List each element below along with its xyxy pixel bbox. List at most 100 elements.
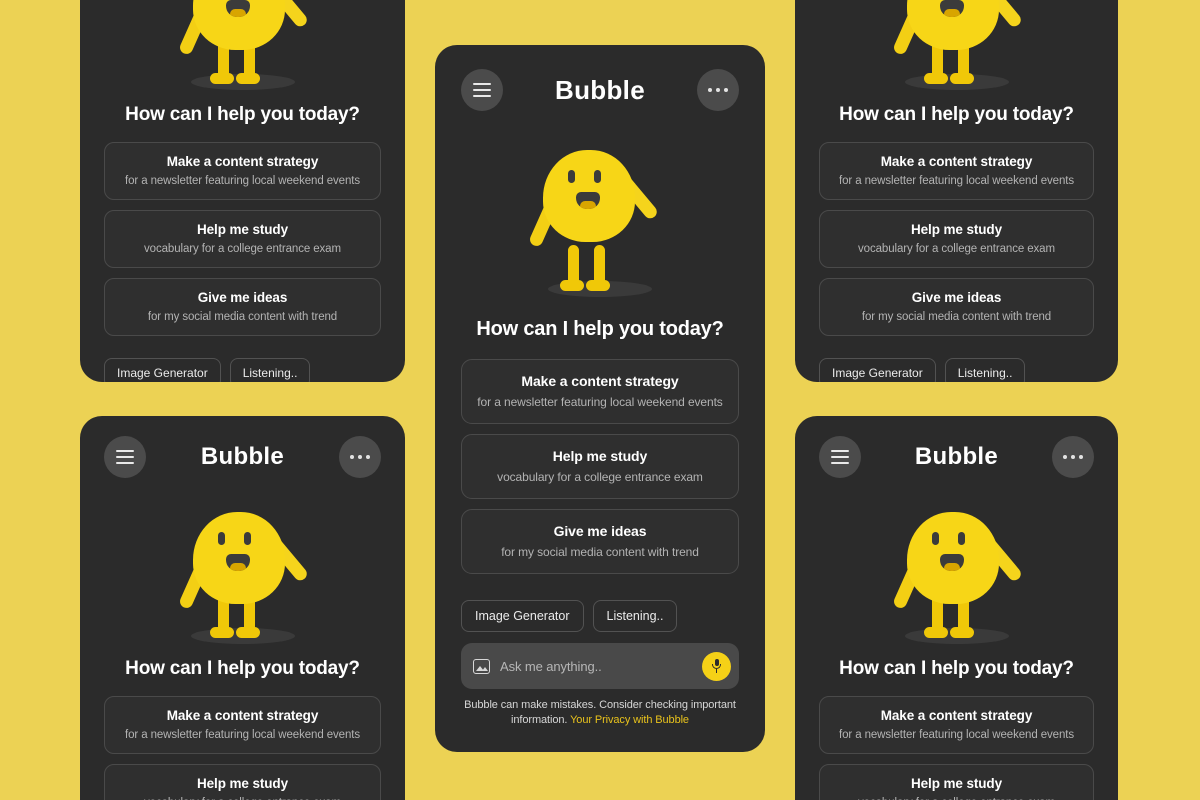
suggestion-card[interactable]: Help me study vocabulary for a college e… — [104, 210, 381, 268]
mascot-foot-right — [235, 627, 260, 638]
page-title: Bubble — [555, 74, 645, 105]
mascot-mouth — [575, 192, 600, 209]
composer-area: Image Generator Listening.. Ask me anyth… — [819, 358, 1094, 382]
mascot-tongue — [579, 201, 596, 209]
greeting-text: How can I help you today? — [125, 658, 360, 679]
suggestion-title: Help me study — [552, 448, 648, 464]
suggestion-card[interactable]: Make a content strategy for a newsletter… — [819, 696, 1094, 754]
suggestion-list: Make a content strategy for a newsletter… — [461, 359, 739, 574]
mascot-foot-right — [235, 73, 260, 84]
menu-bar — [473, 89, 491, 91]
search-input[interactable]: Ask me anything.. — [500, 659, 692, 674]
privacy-link[interactable]: Your Privacy with Bubble — [570, 714, 689, 726]
mascot-tongue — [229, 563, 246, 571]
suggestion-card[interactable]: Give me ideas for my social media conten… — [461, 509, 739, 574]
more-options-icon[interactable] — [697, 69, 739, 111]
suggestion-card[interactable]: Give me ideas for my social media conten… — [819, 278, 1094, 336]
chip-listening[interactable]: Listening.. — [944, 358, 1026, 382]
phone-panel-center: Bubble How can I help you today? Make a … — [435, 45, 765, 752]
suggestion-card[interactable]: Make a content strategy for a newsletter… — [461, 359, 739, 424]
more-options-icon[interactable] — [338, 436, 381, 478]
suggestion-title: Make a content strategy — [166, 154, 319, 169]
more-options-icon[interactable] — [1051, 436, 1094, 478]
chip-image-generator[interactable]: Image Generator — [104, 358, 221, 382]
mascot-foot-left — [559, 280, 584, 291]
microphone-icon[interactable] — [702, 651, 731, 681]
suggestion-subtitle: for a newsletter featuring local weekend… — [838, 175, 1075, 187]
suggestion-title: Help me study — [197, 222, 288, 237]
menu-bar — [116, 456, 134, 458]
mascot-foot-right — [585, 280, 610, 291]
suggestion-subtitle: for my social media content with trend — [501, 545, 699, 559]
mascot-mouth — [939, 554, 964, 571]
mascot-eye-right — [243, 532, 251, 545]
greeting-text: How can I help you today? — [839, 658, 1074, 679]
message-input-bar[interactable]: Ask me anything.. — [461, 643, 739, 689]
suggestion-title: Give me ideas — [197, 290, 288, 305]
suggestion-card[interactable]: Help me study vocabulary for a college e… — [819, 210, 1094, 268]
suggestion-card[interactable]: Help me study vocabulary for a college e… — [104, 764, 381, 800]
mascot-illustration — [461, 119, 739, 314]
mascot-eye-left — [931, 532, 939, 545]
mascot-illustration — [819, 0, 1094, 102]
suggestion-title: Make a content strategy — [166, 708, 319, 723]
suggestion-card[interactable]: Make a content strategy for a newsletter… — [104, 696, 381, 754]
suggestion-list: Make a content strategy for a newsletter… — [104, 696, 381, 800]
suggestion-list: Make a content strategy for a newsletter… — [104, 142, 381, 336]
page-title: Bubble — [914, 443, 999, 470]
mascot-eye-left — [567, 170, 575, 183]
suggestion-card[interactable]: Make a content strategy for a newsletter… — [104, 142, 381, 200]
mascot-tongue — [943, 563, 960, 571]
suggestion-title: Help me study — [911, 776, 1002, 791]
suggestion-title: Help me study — [911, 222, 1002, 237]
suggestion-subtitle: for a newsletter featuring local weekend… — [477, 395, 723, 409]
menu-bar — [831, 456, 849, 458]
chip-image-generator[interactable]: Image Generator — [819, 358, 936, 382]
page-title: Bubble — [200, 443, 285, 470]
menu-bar — [473, 95, 491, 97]
chip-row: Image Generator Listening.. — [461, 600, 739, 632]
mascot-illustration — [104, 0, 381, 102]
suggestion-title: Help me study — [197, 776, 288, 791]
chip-image-generator[interactable]: Image Generator — [461, 600, 584, 632]
more-dot — [1070, 454, 1076, 460]
composer-area: Image Generator Listening.. Ask me anyth… — [461, 600, 739, 728]
more-dot — [1062, 454, 1068, 460]
suggestion-subtitle: for a newsletter featuring local weekend… — [838, 729, 1075, 741]
suggestion-subtitle: vocabulary for a college entrance exam — [497, 470, 703, 484]
suggestion-card[interactable]: Help me study vocabulary for a college e… — [819, 764, 1094, 800]
more-dot — [1078, 454, 1084, 460]
suggestion-title: Give me ideas — [911, 290, 1002, 305]
suggestion-subtitle: for a newsletter featuring local weekend… — [124, 729, 361, 741]
suggestion-title: Make a content strategy — [880, 154, 1033, 169]
mascot-eye-right — [957, 532, 965, 545]
suggestion-card[interactable]: Give me ideas for my social media conten… — [104, 278, 381, 336]
composer-area: Image Generator Listening.. Ask me anyth… — [104, 358, 381, 382]
hamburger-menu-icon[interactable] — [461, 69, 503, 111]
suggestion-card[interactable]: Help me study vocabulary for a college e… — [461, 434, 739, 499]
app-header: Bubble — [104, 434, 381, 480]
phone-panel-bottom-left: Bubble How can I help you today? Make a … — [80, 416, 405, 800]
chip-listening[interactable]: Listening.. — [592, 600, 678, 632]
suggestion-title: Make a content strategy — [521, 373, 679, 389]
mascot-foot-right — [949, 73, 974, 84]
more-dot — [357, 454, 363, 460]
phone-panel-bottom-right: Bubble How can I help you today? Make a … — [795, 416, 1118, 800]
chip-listening[interactable]: Listening.. — [229, 358, 311, 382]
hamburger-menu-icon[interactable] — [104, 436, 146, 478]
menu-bar — [831, 450, 849, 452]
more-dot — [365, 454, 371, 460]
mascot-mouth — [225, 554, 250, 571]
mascot-mouth — [225, 0, 250, 17]
hamburger-menu-icon[interactable] — [819, 436, 861, 478]
suggestion-list: Make a content strategy for a newsletter… — [819, 142, 1094, 336]
suggestion-card[interactable]: Make a content strategy for a newsletter… — [819, 142, 1094, 200]
greeting-text: How can I help you today? — [125, 104, 360, 125]
mascot-foot-right — [949, 627, 974, 638]
greeting-text: How can I help you today? — [839, 104, 1074, 125]
image-icon[interactable] — [473, 658, 490, 674]
mascot-foot-left — [923, 627, 948, 638]
app-header: Bubble — [461, 67, 739, 113]
more-dot — [723, 87, 729, 93]
suggestion-subtitle: for a newsletter featuring local weekend… — [124, 175, 361, 187]
